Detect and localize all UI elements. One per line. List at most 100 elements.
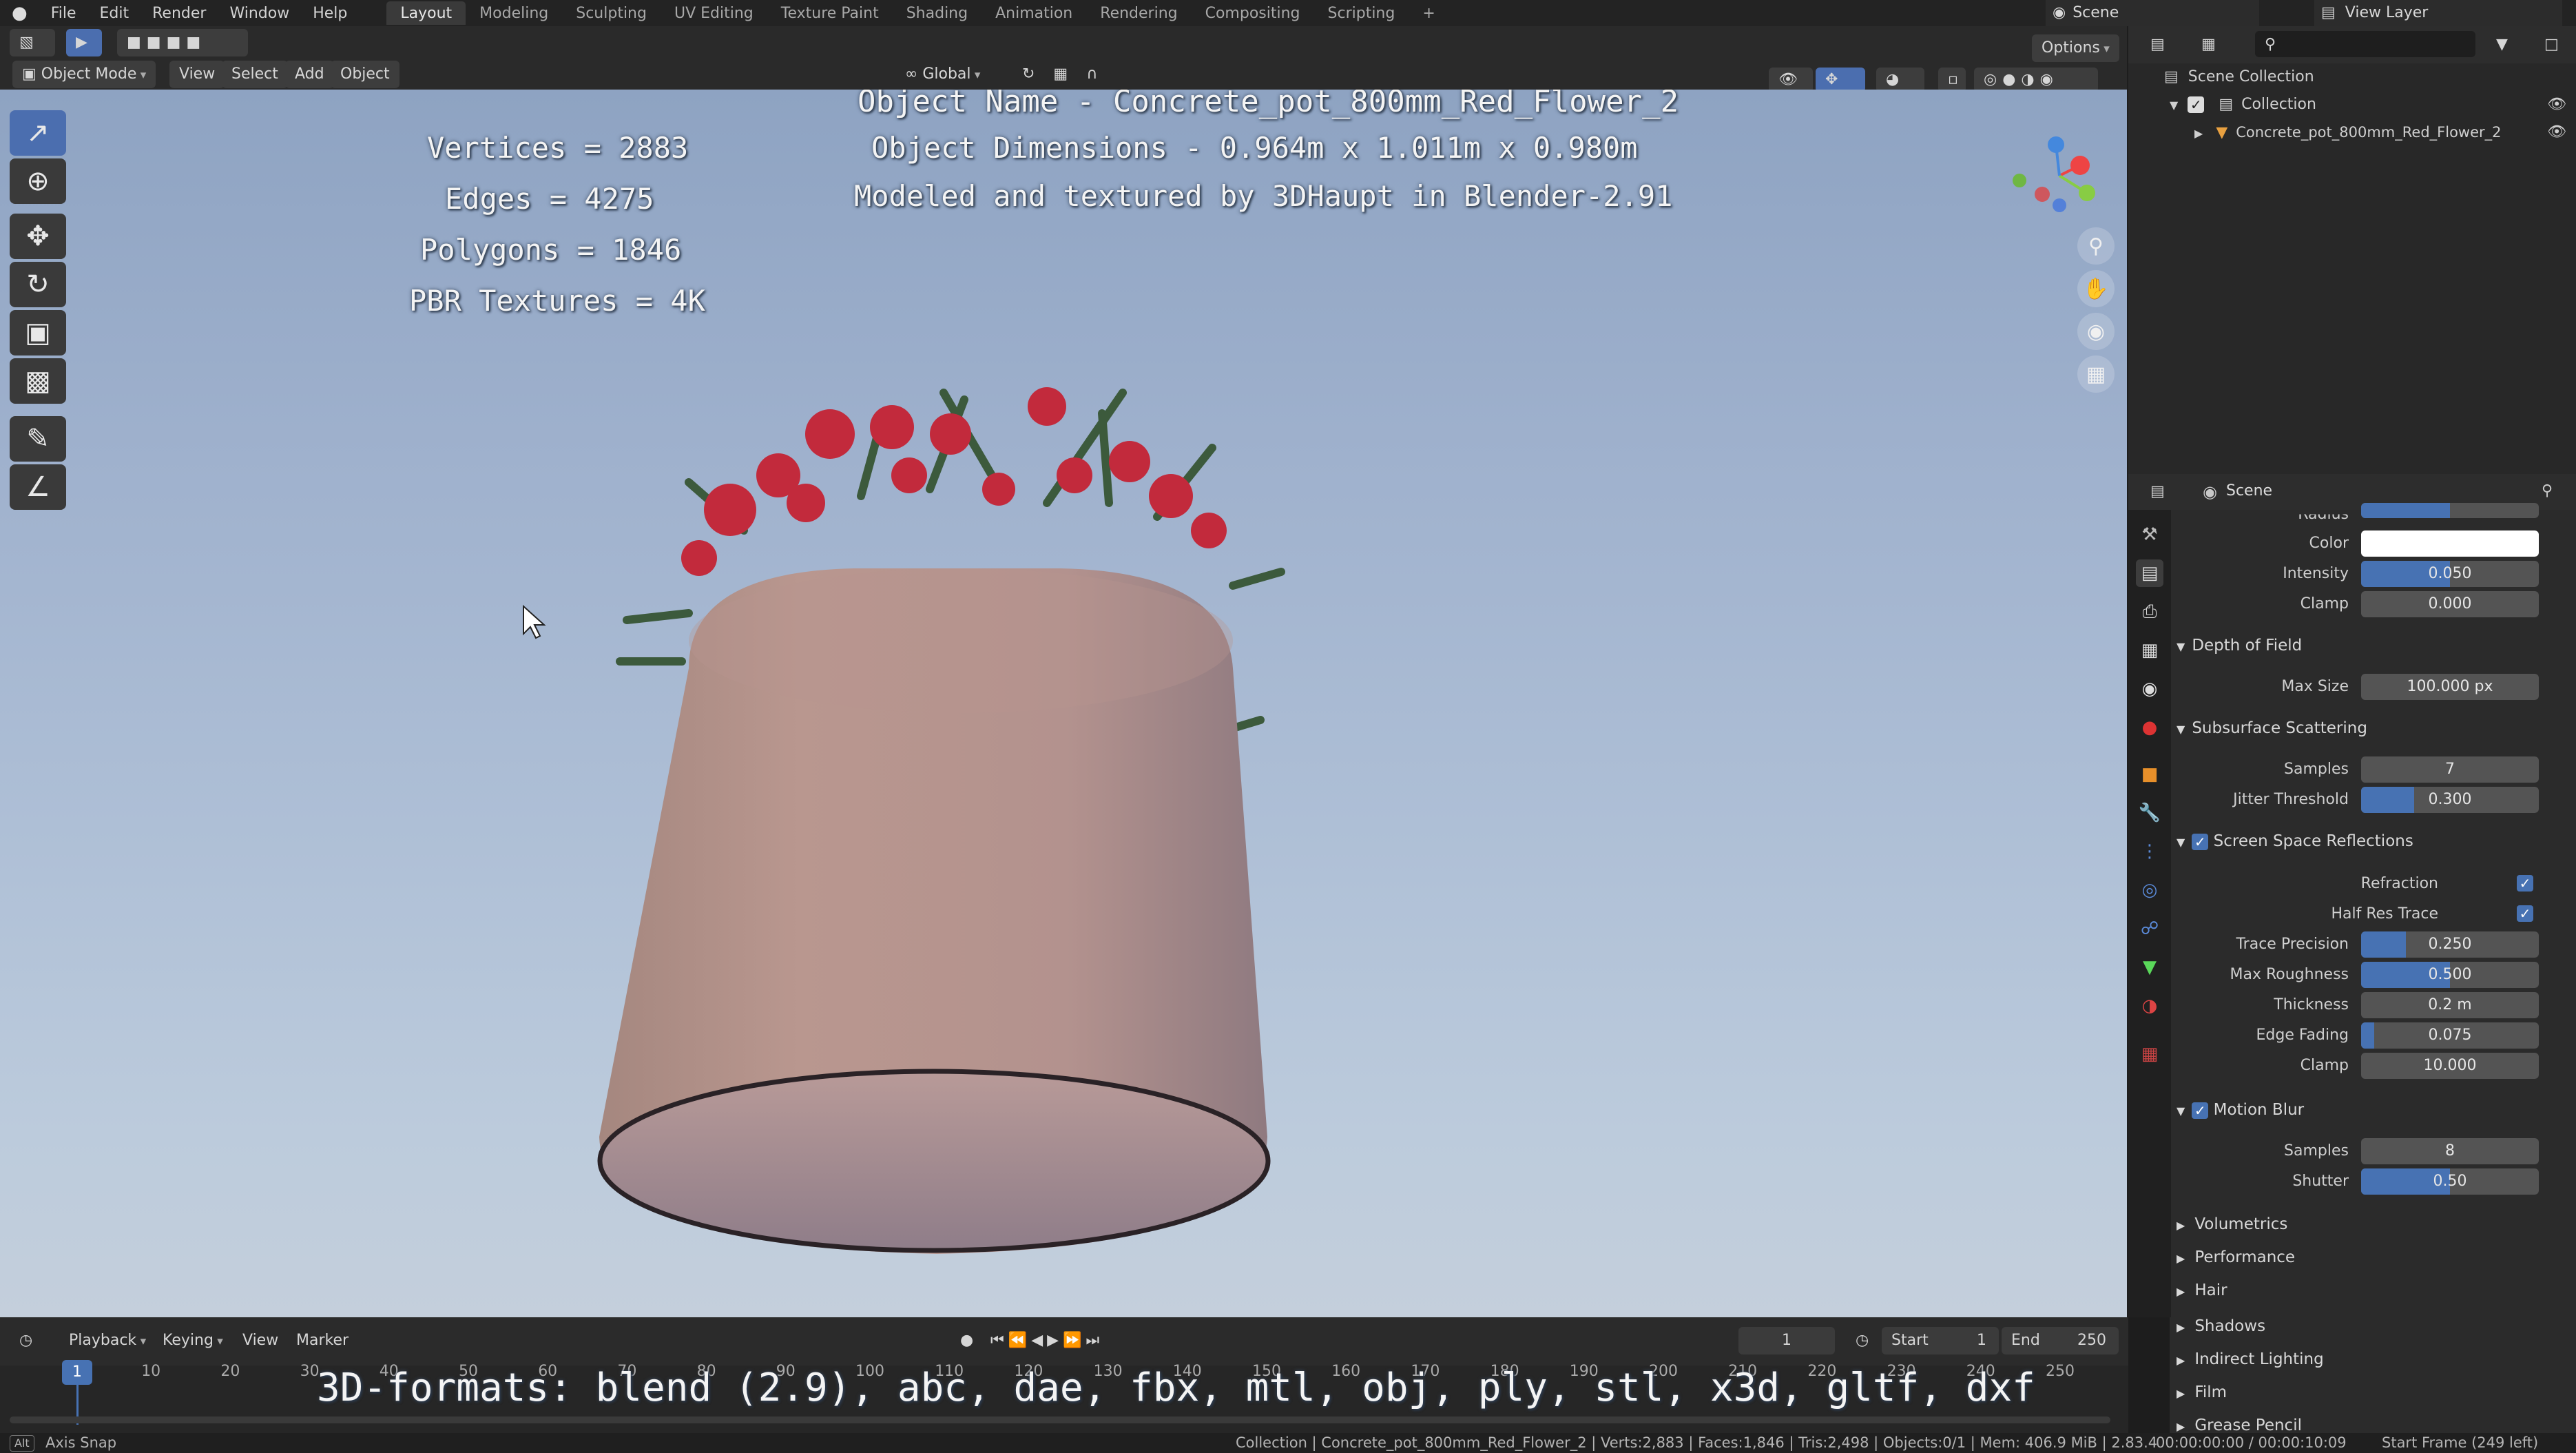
collection-checkbox[interactable]: ✓ [2188, 96, 2205, 113]
properties-editor-type-icon[interactable]: ▤ [2141, 478, 2174, 506]
prop-field-clamp[interactable]: 0.000 [2361, 591, 2539, 617]
options-dropdown[interactable]: Options [2032, 34, 2119, 62]
prop-field-shutter[interactable]: 0.50 [2361, 1168, 2539, 1195]
move-tool-icon[interactable]: ✥ [10, 214, 66, 259]
physics-tab-icon[interactable]: ◎ [2136, 876, 2163, 904]
perspective-grid-icon[interactable]: ▦ [2077, 355, 2115, 393]
visibility-icon[interactable]: 👁 [1769, 68, 1813, 92]
timeline-scrollbar[interactable] [10, 1416, 2110, 1423]
view-layer-tab-icon[interactable]: ▦ [2136, 637, 2163, 664]
world-tab-icon[interactable]: ● [2136, 714, 2163, 741]
expand-arrow-icon[interactable]: ▼ [2170, 99, 2178, 112]
navigation-gizmo[interactable] [2004, 117, 2115, 227]
keying-menu[interactable]: Keying [153, 1327, 233, 1354]
current-frame-field[interactable]: 1 [1738, 1327, 1835, 1354]
section-depth-of-field[interactable]: ▼ Depth of Field [2177, 637, 2302, 655]
select-menu[interactable]: Select [222, 61, 288, 88]
playhead-marker[interactable]: 1 [62, 1360, 92, 1385]
start-frame-field[interactable]: Start 1 [1882, 1327, 1999, 1354]
prop-field-max-roughness[interactable]: 0.500 [2361, 962, 2539, 988]
prop-field-mb-samples[interactable]: 8 [2361, 1138, 2539, 1164]
measure-tool-icon[interactable]: ∠ [10, 464, 66, 510]
eye-icon[interactable]: 👁 [2547, 118, 2566, 146]
section-shadows[interactable]: ▶ Shadows [2177, 1317, 2265, 1335]
object-mode-dropdown[interactable]: ▣ Object Mode [12, 61, 156, 88]
timeline-view-menu[interactable]: View [233, 1327, 288, 1354]
prop-field-edge-fading[interactable]: 0.075 [2361, 1022, 2539, 1049]
tab-modeling[interactable]: Modeling [466, 3, 562, 23]
prop-field-trace-precision[interactable]: 0.250 [2361, 931, 2539, 958]
menu-edit[interactable]: Edit [88, 5, 141, 22]
outliner-row-object[interactable]: ▶ ▼ Concrete_pot_800mm_Red_Flower_2 👁 [2128, 118, 2576, 146]
gizmo-toggle-icon[interactable]: ✥ [1816, 68, 1865, 92]
outliner-row-collection[interactable]: ▼ ✓ ▤ Collection 👁 [2128, 91, 2576, 118]
prop-field-thickness[interactable]: 0.2 m [2361, 992, 2539, 1018]
menu-file[interactable]: File [39, 5, 88, 22]
menu-help[interactable]: Help [301, 5, 359, 22]
add-menu[interactable]: Add [285, 61, 334, 88]
section-subsurface-scattering[interactable]: ▼ Subsurface Scattering [2177, 719, 2367, 737]
tab-compositing[interactable]: Compositing [1192, 3, 1314, 23]
particles-tab-icon[interactable]: ⋮ [2136, 838, 2163, 865]
section-indirect-lighting[interactable]: ▶ Indirect Lighting [2177, 1350, 2324, 1368]
tab-rendering[interactable]: Rendering [1086, 3, 1191, 23]
marker-menu[interactable]: Marker [287, 1327, 358, 1354]
rotate-tool-icon[interactable]: ↻ [10, 262, 66, 307]
outliner-display-mode-icon[interactable]: ▦ [2192, 31, 2225, 59]
transform-orientation-dropdown[interactable]: ∞ Global [895, 61, 990, 88]
section-volumetrics[interactable]: ▶ Volumetrics [2177, 1215, 2287, 1233]
shading-modes-icons[interactable]: ◎●◑◉ [1974, 68, 2098, 92]
transform-tool-icon[interactable]: ▩ [10, 358, 66, 404]
select-box-tool-icon[interactable]: ▶ [66, 29, 102, 56]
annotate-tool-icon[interactable]: ✎ [10, 416, 66, 462]
view-menu[interactable]: View [169, 61, 225, 88]
section-film[interactable]: ▶ Film [2177, 1383, 2227, 1401]
editor-type-icon[interactable]: ▧ [10, 29, 55, 56]
section-motion-blur[interactable]: ▼ ✓ Motion Blur [2177, 1101, 2304, 1119]
scene-selector[interactable]: ◉ Scene [2046, 0, 2259, 26]
tab-scripting[interactable]: Scripting [1314, 3, 1409, 23]
outliner-row-scene-collection[interactable]: ▤ Scene Collection [2128, 63, 2576, 91]
eye-icon[interactable]: 👁 [2547, 91, 2566, 118]
half-res-trace-checkbox[interactable]: ✓ [2517, 905, 2533, 922]
ssr-checkbox[interactable]: ✓ [2192, 833, 2209, 850]
prop-field-max-size[interactable]: 100.000 px [2361, 674, 2539, 700]
select-mode-icons[interactable]: ■■■■ [117, 29, 248, 56]
refraction-checkbox[interactable]: ✓ [2517, 875, 2533, 892]
playback-controls-icons[interactable]: ⏮⏪◀▶⏩⏭ [981, 1327, 1113, 1354]
prop-field-color[interactable] [2361, 530, 2539, 557]
3d-viewport[interactable]: Object Name - Concrete_pot_800mm_Red_Flo… [0, 90, 2127, 1317]
prop-field-sss-samples[interactable]: 7 [2361, 756, 2539, 783]
blender-logo-icon[interactable]: ● [0, 3, 39, 23]
tab-shading[interactable]: Shading [893, 3, 981, 23]
expand-arrow-icon[interactable]: ▶ [2194, 127, 2203, 140]
motion-blur-checkbox[interactable]: ✓ [2192, 1102, 2209, 1119]
scale-tool-icon[interactable]: ▣ [10, 310, 66, 355]
overlay-toggle-icon[interactable]: ◕ [1876, 68, 1924, 92]
pin-icon[interactable]: ⚲ [2542, 482, 2553, 499]
tab-texture-paint[interactable]: Texture Paint [767, 3, 893, 23]
tab-uv-editing[interactable]: UV Editing [661, 3, 767, 23]
prop-field-intensity[interactable]: 0.050 [2361, 561, 2539, 587]
prop-field-ssr-clamp[interactable]: 10.000 [2361, 1053, 2539, 1079]
camera-view-icon[interactable]: ◉ [2077, 313, 2115, 350]
section-performance[interactable]: ▶ Performance [2177, 1248, 2295, 1266]
end-frame-field[interactable]: End 250 [2002, 1327, 2119, 1354]
snap-icons[interactable]: ↻ ▦ ∩ [1012, 61, 1114, 88]
pan-hand-icon[interactable]: ✋ [2077, 270, 2115, 307]
menu-window[interactable]: Window [218, 5, 301, 22]
xray-toggle-icon[interactable]: ▫ [1938, 68, 1966, 92]
section-hair[interactable]: ▶ Hair [2177, 1281, 2227, 1299]
add-workspace-icon[interactable]: + [1409, 3, 1448, 23]
tab-layout[interactable]: Layout [386, 1, 466, 25]
zoom-icon[interactable]: ⚲ [2077, 227, 2115, 265]
section-grease-pencil[interactable]: ▶ Grease Pencil [2177, 1416, 2302, 1433]
section-screen-space-reflections[interactable]: ▼ ✓ Screen Space Reflections [2177, 832, 2413, 850]
select-tool-icon[interactable]: ↗ [10, 110, 66, 156]
playback-menu[interactable]: Playback [59, 1327, 156, 1354]
prop-field-jitter-threshold[interactable]: 0.300 [2361, 787, 2539, 813]
prop-field-radius[interactable] [2361, 503, 2539, 518]
object-menu[interactable]: Object [331, 61, 399, 88]
view-layer-selector[interactable]: ▤ View Layer [2314, 0, 2562, 26]
new-collection-icon[interactable]: □ [2535, 31, 2568, 59]
